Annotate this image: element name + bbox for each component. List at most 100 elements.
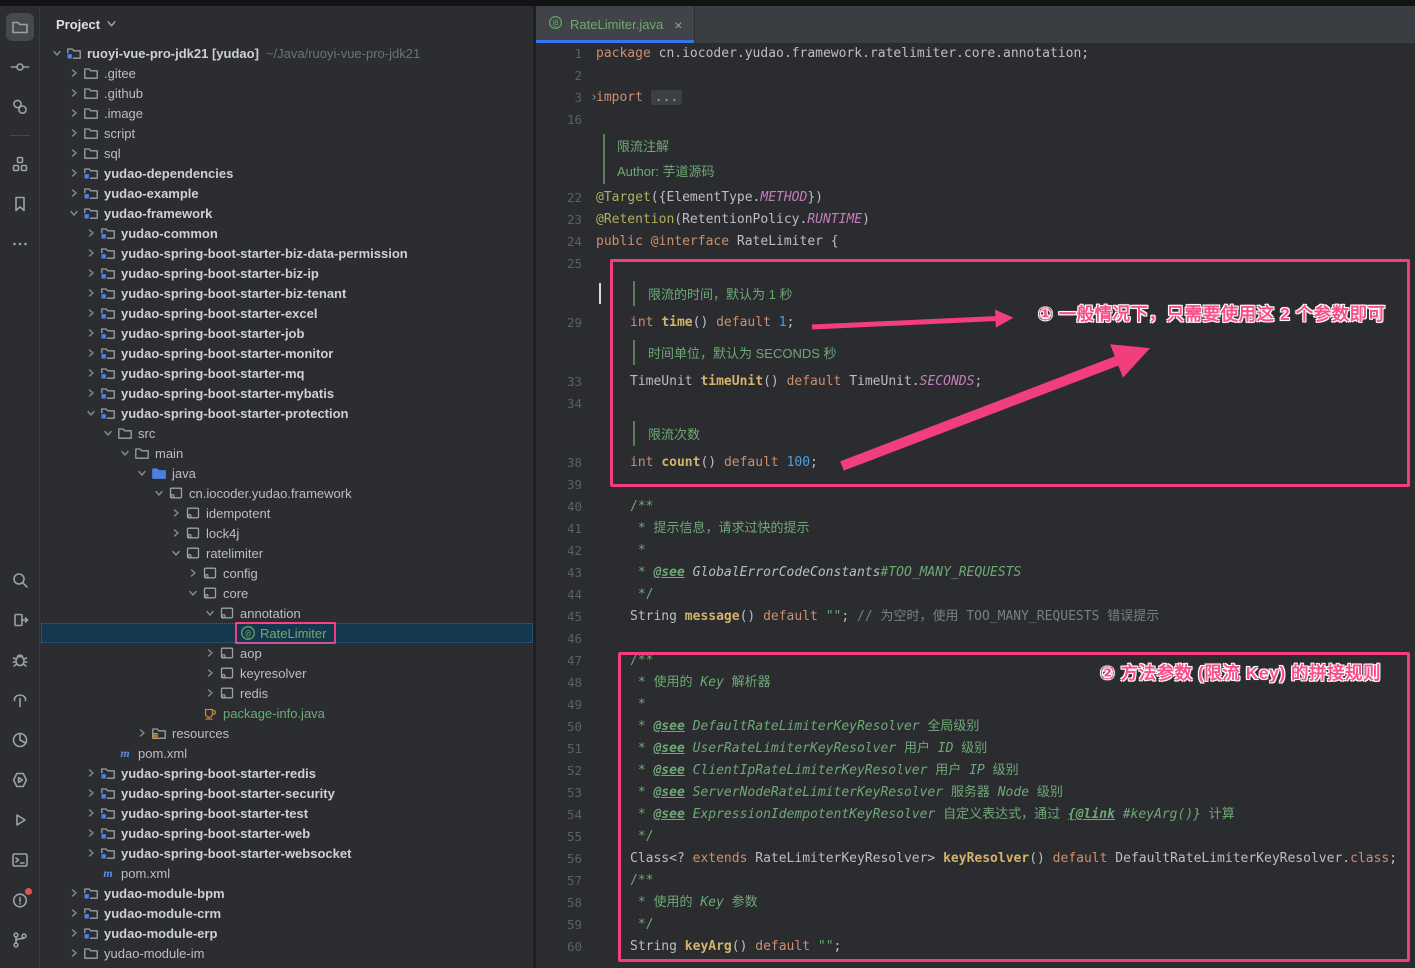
chevron-right-icon[interactable]: [66, 145, 82, 161]
tree-row-yudao-spring-boot-starter-monitor[interactable]: yudao-spring-boot-starter-monitor: [41, 343, 533, 363]
chevron-right-icon[interactable]: [83, 385, 99, 401]
chevron-right-icon[interactable]: [66, 165, 82, 181]
code-line-40[interactable]: 40/**: [536, 496, 1415, 518]
code-line-2[interactable]: 2: [536, 65, 1415, 87]
tree-row-yudao-spring-boot-starter-security[interactable]: yudao-spring-boot-starter-security: [41, 783, 533, 803]
code-editor[interactable]: 1package cn.iocoder.yudao.framework.rate…: [536, 43, 1415, 968]
chevron-right-icon[interactable]: [202, 685, 218, 701]
tree-row-yudao-spring-boot-starter-biz-data-permission[interactable]: yudao-spring-boot-starter-biz-data-permi…: [41, 243, 533, 263]
chevron-right-icon[interactable]: [83, 345, 99, 361]
code-line-25[interactable]: 25: [536, 253, 1415, 275]
tree-row-yudao-module-crm[interactable]: yudao-module-crm: [41, 903, 533, 923]
code-line-48[interactable]: 48 * 使用的 Key 解析器: [536, 672, 1415, 694]
code-line-34[interactable]: 34: [536, 393, 1415, 415]
code-line-42[interactable]: 42 *: [536, 540, 1415, 562]
code-line-38[interactable]: 38int count() default 100;: [536, 452, 1415, 474]
more-icon[interactable]: [6, 230, 34, 258]
chevron-right-icon[interactable]: [202, 645, 218, 661]
run-icon[interactable]: [6, 806, 34, 834]
chevron-right-icon[interactable]: [66, 105, 82, 121]
chevron-down-icon[interactable]: [117, 445, 133, 461]
chevron-right-icon[interactable]: [168, 505, 184, 521]
tree-row-yudao-spring-boot-starter-web[interactable]: yudao-spring-boot-starter-web: [41, 823, 533, 843]
tree-row-annotation[interactable]: annotation: [41, 603, 533, 623]
tree-row-core[interactable]: core: [41, 583, 533, 603]
tree-row-resources[interactable]: resources: [41, 723, 533, 743]
chevron-down-icon[interactable]: [202, 605, 218, 621]
chevron-down-icon[interactable]: [49, 45, 65, 61]
project-panel-header[interactable]: Project: [41, 6, 533, 43]
tree-row-yudao-framework[interactable]: yudao-framework: [41, 203, 533, 223]
tree-row-keyresolver[interactable]: keyresolver: [41, 663, 533, 683]
debug-icon[interactable]: [6, 646, 34, 674]
code-line-54[interactable]: 54 * @see ExpressionIdempotentKeyResolve…: [536, 804, 1415, 826]
tree-row-redis[interactable]: redis: [41, 683, 533, 703]
chevron-right-icon[interactable]: [66, 65, 82, 81]
code-line-1[interactable]: 1package cn.iocoder.yudao.framework.rate…: [536, 43, 1415, 65]
fold-arrow-icon[interactable]: ›: [590, 87, 598, 109]
chevron-right-icon[interactable]: [83, 365, 99, 381]
chevron-right-icon[interactable]: [83, 825, 99, 841]
tab-ratelimiter-java[interactable]: @ RateLimiter.java ×: [536, 6, 695, 43]
tree-row-yudao-module-erp[interactable]: yudao-module-erp: [41, 923, 533, 943]
code-line-46[interactable]: 46: [536, 628, 1415, 650]
profiler-icon[interactable]: [6, 726, 34, 754]
code-line-33[interactable]: 33TimeUnit timeUnit() default TimeUnit.S…: [536, 371, 1415, 393]
chevron-down-icon[interactable]: [168, 545, 184, 561]
code-line-16[interactable]: 16: [536, 109, 1415, 131]
chevron-right-icon[interactable]: [168, 525, 184, 541]
navigate-icon[interactable]: [6, 606, 34, 634]
chevron-right-icon[interactable]: [202, 665, 218, 681]
tree-row-yudao-common[interactable]: yudao-common: [41, 223, 533, 243]
chevron-down-icon[interactable]: [134, 465, 150, 481]
code-line-22[interactable]: 22@Target({ElementType.METHOD}): [536, 187, 1415, 209]
code-line-44[interactable]: 44 */: [536, 584, 1415, 606]
search-icon[interactable]: [6, 566, 34, 594]
chevron-right-icon[interactable]: [83, 785, 99, 801]
chevron-right-icon[interactable]: [66, 885, 82, 901]
tree-row-yudao-spring-boot-starter-websocket[interactable]: yudao-spring-boot-starter-websocket: [41, 843, 533, 863]
tree-row-aop[interactable]: aop: [41, 643, 533, 663]
code-line-39[interactable]: 39: [536, 474, 1415, 496]
chevron-right-icon[interactable]: [185, 565, 201, 581]
tree-row-idempotent[interactable]: idempotent: [41, 503, 533, 523]
tree-row-cn-iocoder-yudao-framework[interactable]: cn.iocoder.yudao.framework: [41, 483, 533, 503]
tree-row-src[interactable]: src: [41, 423, 533, 443]
tree-row--gitee[interactable]: .gitee: [41, 63, 533, 83]
code-line-51[interactable]: 51 * @see UserRateLimiterKeyResolver 用户 …: [536, 738, 1415, 760]
chevron-right-icon[interactable]: [83, 305, 99, 321]
code-line-52[interactable]: 52 * @see ClientIpRateLimiterKeyResolver…: [536, 760, 1415, 782]
code-line-49[interactable]: 49 *: [536, 694, 1415, 716]
chevron-right-icon[interactable]: [66, 925, 82, 941]
chevron-down-icon[interactable]: [106, 16, 117, 34]
chevron-right-icon[interactable]: [66, 185, 82, 201]
chevron-right-icon[interactable]: [83, 845, 99, 861]
services-icon[interactable]: [6, 766, 34, 794]
chevron-right-icon[interactable]: [66, 125, 82, 141]
code-line-43[interactable]: 43 * @see GlobalErrorCodeConstants#TOO_M…: [536, 562, 1415, 584]
tree-row-yudao-spring-boot-starter-mybatis[interactable]: yudao-spring-boot-starter-mybatis: [41, 383, 533, 403]
project-folder-icon[interactable]: [6, 13, 34, 41]
code-line-45[interactable]: 45String message() default ""; // 为空时，使用…: [536, 606, 1415, 628]
chevron-right-icon[interactable]: [83, 765, 99, 781]
tree-row-yudao-spring-boot-starter-protection[interactable]: yudao-spring-boot-starter-protection: [41, 403, 533, 423]
chevron-down-icon[interactable]: [151, 485, 167, 501]
chevron-right-icon[interactable]: [66, 905, 82, 921]
code-line-41[interactable]: 41 * 提示信息，请求过快的提示: [536, 518, 1415, 540]
chevron-right-icon[interactable]: [83, 225, 99, 241]
code-line-57[interactable]: 57/**: [536, 870, 1415, 892]
tree-row-package-info-java[interactable]: package-info.java: [41, 703, 533, 723]
chevron-down-icon[interactable]: [185, 585, 201, 601]
chevron-right-icon[interactable]: [66, 85, 82, 101]
code-line-50[interactable]: 50 * @see DefaultRateLimiterKeyResolver …: [536, 716, 1415, 738]
chevron-right-icon[interactable]: [83, 805, 99, 821]
terminal-icon[interactable]: [6, 846, 34, 874]
code-line-47[interactable]: 47/**: [536, 650, 1415, 672]
rendered-doc-comment[interactable]: 时间单位，默认为 SECONDS 秒: [536, 334, 1415, 371]
tree-row-sql[interactable]: sql: [41, 143, 533, 163]
tree-row-ruoyi-vue-pro-jdk21-yudao-[interactable]: ruoyi-vue-pro-jdk21 [yudao]~/Java/ruoyi-…: [41, 43, 533, 63]
code-line-58[interactable]: 58 * 使用的 Key 参数: [536, 892, 1415, 914]
commit-icon[interactable]: [6, 53, 34, 81]
code-line-53[interactable]: 53 * @see ServerNodeRateLimiterKeyResolv…: [536, 782, 1415, 804]
tree-row-yudao-spring-boot-starter-excel[interactable]: yudao-spring-boot-starter-excel: [41, 303, 533, 323]
